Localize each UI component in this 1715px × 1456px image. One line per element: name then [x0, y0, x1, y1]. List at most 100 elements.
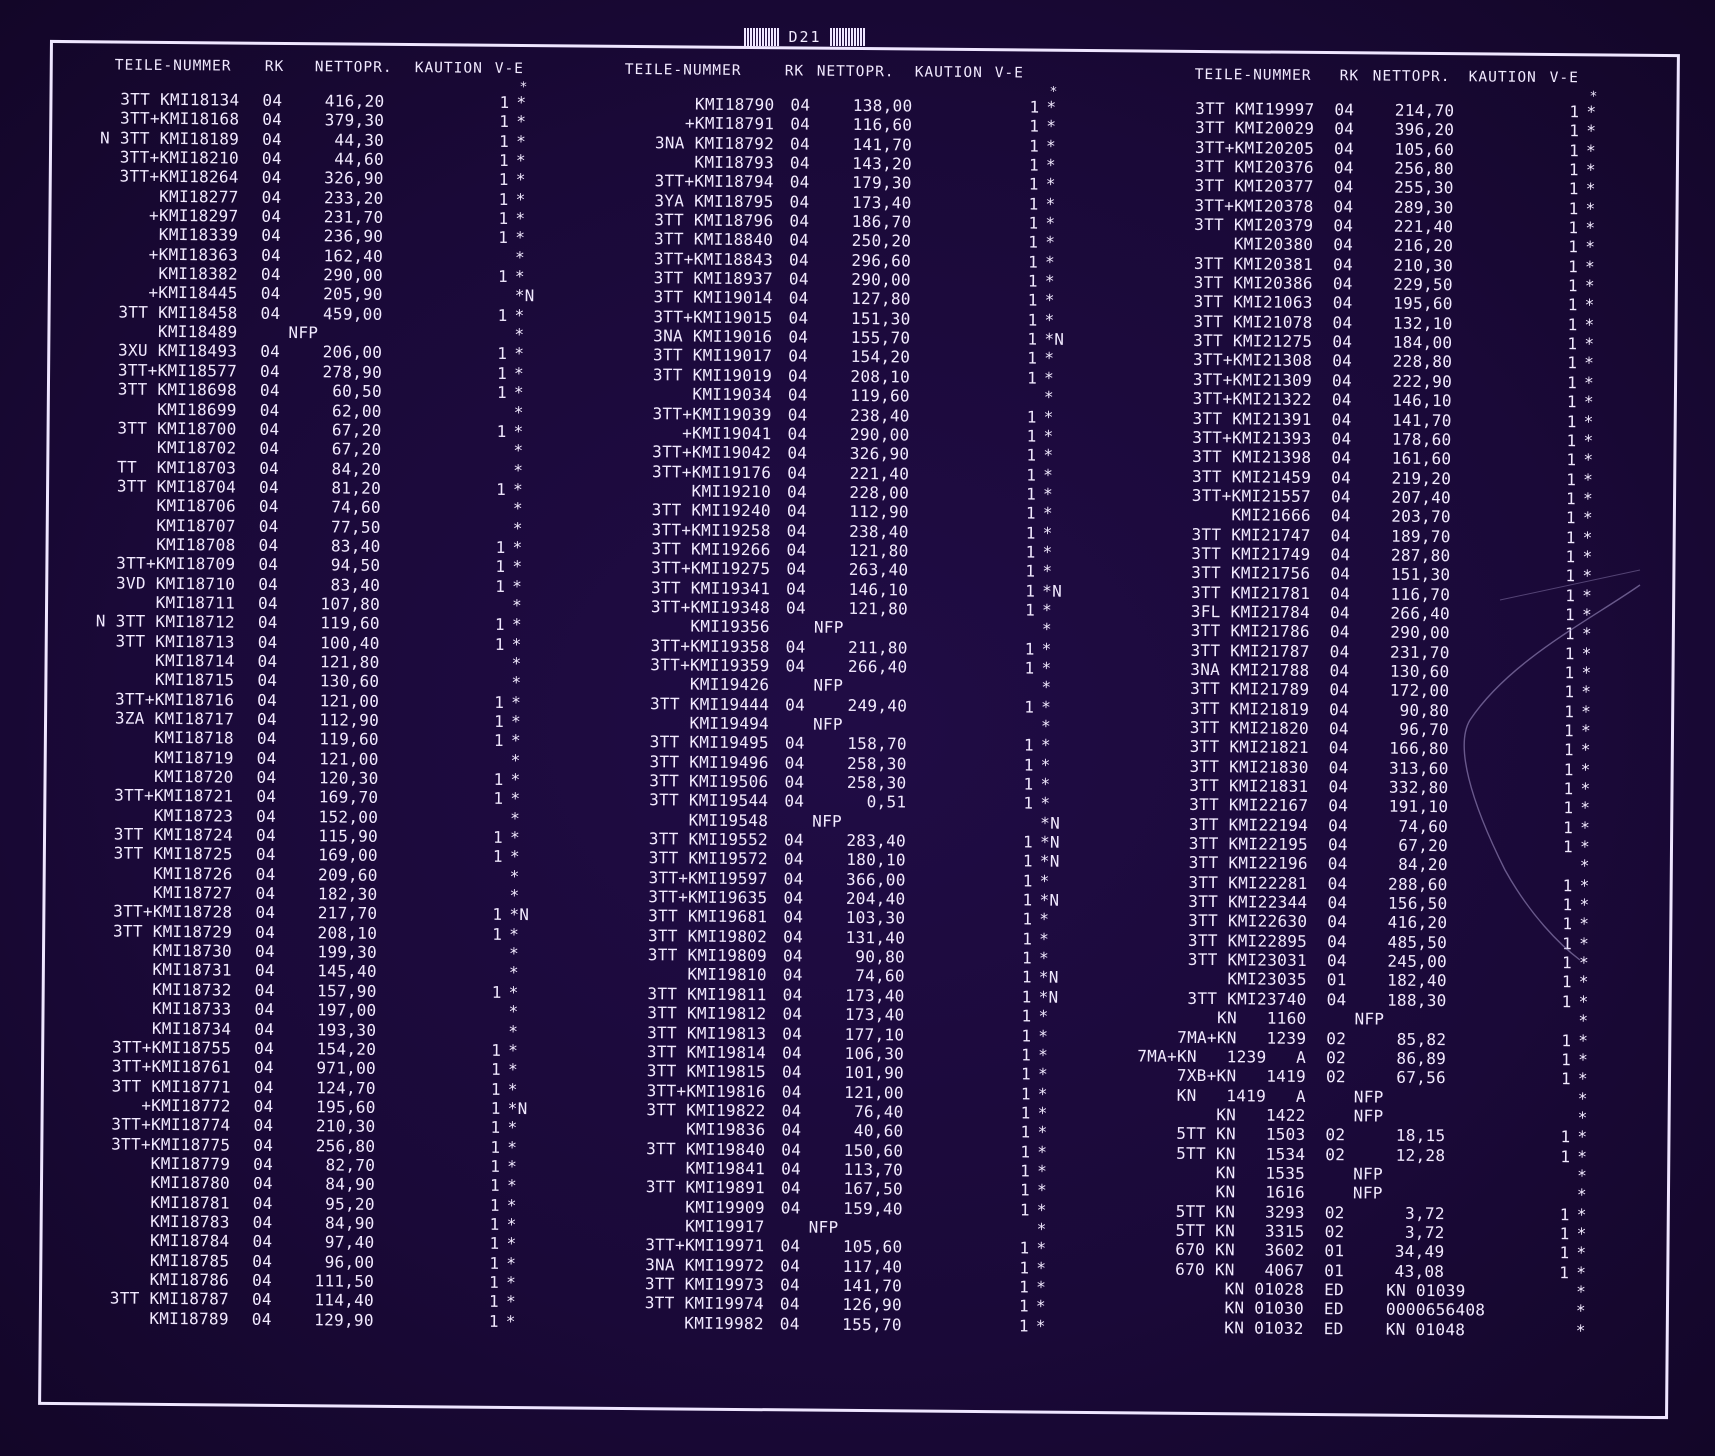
- net-price: 76,40: [853, 1101, 904, 1122]
- part-number: KMI18781: [150, 1192, 230, 1213]
- rk-code: 04: [260, 284, 281, 304]
- rk-code: 04: [256, 748, 277, 768]
- kaution: 1: [489, 1176, 501, 1196]
- rk-code: 04: [259, 477, 280, 497]
- kaution: 1: [492, 924, 503, 944]
- ve-marker: *: [1578, 1011, 1589, 1031]
- kaution: 1: [1563, 798, 1574, 818]
- part-number: KMI19494: [689, 713, 770, 734]
- net-price: 258,30: [846, 772, 907, 793]
- rk-code: 04: [1330, 583, 1351, 603]
- kaution: 1: [1564, 701, 1575, 721]
- rk-code: 04: [1328, 738, 1349, 758]
- kaution: 1: [1567, 372, 1578, 393]
- ve-marker: *: [510, 731, 521, 751]
- net-price: 173,40: [844, 1005, 905, 1025]
- ve-marker: *: [511, 634, 522, 654]
- ve-marker: *: [1582, 566, 1593, 586]
- part-number: 3VD KMI18710: [115, 573, 236, 594]
- net-price: 180,10: [846, 850, 906, 870]
- net-price: 143,20: [852, 153, 913, 174]
- rk-code: 04: [257, 651, 278, 671]
- part-number: 3TT KMI18796: [654, 210, 774, 231]
- part-number: KN 1535: [1215, 1163, 1306, 1183]
- net-price: 106,30: [844, 1043, 905, 1064]
- rk-code: 04: [781, 1139, 802, 1160]
- part-number: 3TT KMI21747: [1191, 524, 1311, 545]
- ve-marker: *: [515, 228, 526, 248]
- net-price: 121,00: [319, 690, 380, 711]
- net-price: 186,70: [851, 211, 912, 232]
- ve-marker: *: [1580, 759, 1591, 780]
- net-price: 238,40: [850, 405, 910, 425]
- ve-marker: *: [506, 1195, 517, 1215]
- kaution: 1: [493, 731, 504, 751]
- kaution: 1: [489, 1272, 500, 1292]
- part-number: 3TT KMI23031: [1187, 950, 1308, 971]
- part-number: 3TT KMI19496: [649, 751, 769, 772]
- net-price: 233,20: [323, 188, 384, 208]
- part-number: KMI18785: [149, 1250, 230, 1271]
- rk-code: 04: [257, 671, 278, 691]
- rk-code: 04: [783, 907, 804, 927]
- ve-marker: *: [1577, 1069, 1588, 1089]
- part-number: KMI18731: [152, 960, 232, 981]
- rk-code: 04: [782, 985, 803, 1005]
- kaution: 1: [488, 1292, 500, 1312]
- ve-marker: *: [1045, 252, 1056, 272]
- rk-code: 04: [253, 1077, 274, 1097]
- part-number: 3TT KMI19572: [648, 848, 768, 869]
- kaution: 1: [489, 1234, 500, 1254]
- kaution: 1: [1022, 890, 1033, 910]
- part-number: 3TT KMI21831: [1189, 775, 1309, 796]
- part-number: 3TT KMI21819: [1189, 698, 1310, 719]
- ve-marker: *: [1583, 450, 1594, 470]
- ve-marker: *: [1579, 876, 1590, 896]
- net-price: 396,20: [1394, 119, 1455, 140]
- rk-code: 04: [788, 308, 809, 328]
- ve-marker: *: [511, 615, 522, 635]
- part-number: 3TT KMI18700: [117, 418, 237, 439]
- rk-code: 04: [782, 1023, 803, 1044]
- kaution: 1: [1565, 527, 1576, 547]
- part-number: 3TT KMI21459: [1191, 466, 1312, 487]
- ve-marker: *: [510, 750, 521, 770]
- kaution: 1: [497, 305, 508, 325]
- net-price: 222,90: [1392, 371, 1453, 391]
- header-rk: RK: [1339, 68, 1360, 85]
- part-number: KMI18734: [151, 1018, 232, 1039]
- ve-marker: *: [1045, 194, 1056, 214]
- rk-code: 04: [782, 1004, 803, 1024]
- rk-code: 04: [1329, 641, 1350, 661]
- net-price: 141,70: [842, 1275, 903, 1296]
- part-number: 3TT KMI18840: [653, 229, 774, 250]
- part-number: 3TT KMI18698: [117, 379, 238, 400]
- net-price: NFP: [812, 811, 843, 831]
- part-number: 3TT KMI18713: [115, 631, 235, 652]
- kaution: 1: [1563, 779, 1574, 799]
- kaution: 1: [1025, 561, 1036, 581]
- ve-marker: *: [1583, 411, 1594, 431]
- net-price: 278,90: [322, 362, 383, 382]
- net-price: 158,70: [847, 734, 907, 754]
- net-price: 112,90: [319, 710, 380, 730]
- rk-code: 04: [784, 733, 805, 753]
- part-number: 3TT KMI19444: [649, 693, 770, 714]
- kaution: 1: [1027, 290, 1038, 310]
- ve-marker: *: [515, 151, 526, 171]
- ve-marker: *: [510, 789, 521, 809]
- rk-code: 04: [260, 264, 281, 285]
- part-number: 3TT KMI22630: [1188, 911, 1308, 932]
- part-number: KMI18727: [152, 882, 233, 903]
- ve-marker: *: [1582, 508, 1593, 528]
- net-price: 231,70: [1390, 642, 1450, 662]
- ve-marker: *: [1037, 1064, 1049, 1084]
- ve-marker: *: [1576, 1262, 1587, 1282]
- rk-code: 04: [783, 927, 804, 947]
- rk-code: 04: [788, 269, 809, 289]
- rk-code: 04: [256, 787, 277, 807]
- price-rows: KMI18790 04 138,00 1 * +KMI18791 04 116,60 1 * 3NA…: [574, 94, 1115, 1337]
- ve-marker: *: [1583, 431, 1594, 451]
- ve-marker: *: [515, 247, 526, 267]
- rk-code: 04: [261, 206, 282, 227]
